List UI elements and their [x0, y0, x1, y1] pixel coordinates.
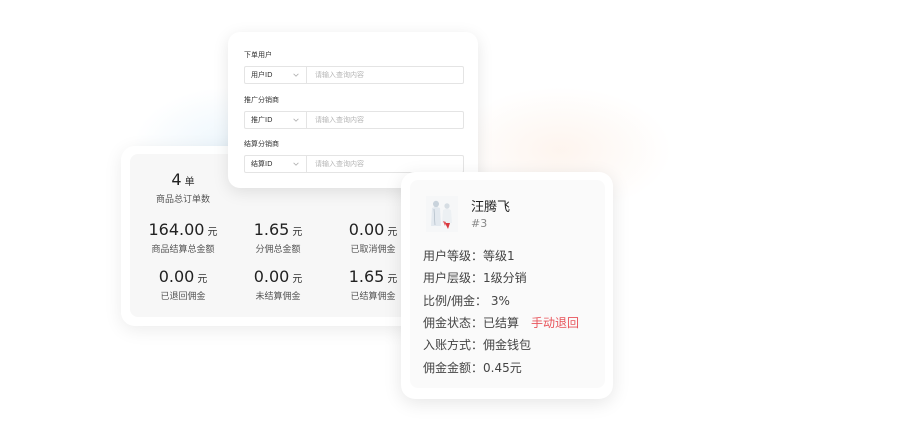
commission-ratio-row: 比例/佣金： 3% — [423, 294, 510, 308]
filter-type-select[interactable]: 用户ID — [245, 67, 307, 83]
select-value: 推广ID — [251, 116, 273, 124]
filter-row: 推广ID — [244, 111, 464, 129]
user-name: 汪腾飞 — [471, 200, 511, 215]
commission-amount-row: 佣金金额：0.45元 — [423, 361, 522, 375]
stat-settle-total: 164.00 元 商品结算总金额 — [135, 220, 231, 256]
stat-value: 164.00 — [148, 220, 205, 239]
user-tier-row: 用户层级：1级分销 — [423, 271, 527, 285]
search-input[interactable] — [307, 112, 463, 128]
user-level-row: 用户等级：等级1 — [423, 249, 515, 263]
stat-unit: 元 — [292, 274, 303, 285]
stat-total-orders: 4单 商品总订单数 — [135, 170, 231, 206]
avatar — [426, 196, 458, 232]
stat-unit: 元 — [387, 274, 398, 285]
account-method-row: 入账方式：佣金钱包 — [423, 338, 532, 352]
filter-label: 结算分销商 — [244, 140, 279, 148]
filter-label: 推广分销商 — [244, 96, 279, 104]
stat-caption: 已退回佣金 — [160, 292, 206, 302]
canvas: 4单 商品总订单数 164.00 元 商品结算总金额 1.65 元 分佣总金额 0.… — [0, 0, 917, 423]
stat-caption: 商品结算总金额 — [151, 245, 215, 255]
select-value: 结算ID — [251, 160, 273, 168]
filter-label: 下单用户 — [244, 51, 272, 59]
filter-promoter: 推广分销商 推广ID — [244, 95, 464, 129]
search-input[interactable] — [307, 67, 463, 83]
stat-value: 0.00 — [158, 267, 195, 286]
chevron-down-icon — [293, 73, 299, 77]
filter-type-select[interactable]: 推广ID — [245, 112, 307, 128]
commission-status-text: 佣金状态：已结算 — [423, 316, 520, 330]
stat-value: 1.65 — [253, 220, 290, 239]
filter-row: 用户ID — [244, 66, 464, 84]
search-filter-card: 下单用户 用户ID 推广分销商 推广ID 结算分销商 — [228, 32, 478, 188]
manual-refund-link[interactable]: 手动退回 — [531, 316, 579, 330]
chevron-down-icon — [293, 162, 299, 166]
user-commission-card: 汪腾飞 #3 用户等级：等级1 用户层级：1级分销 比例/佣金： 3% 佣金状态… — [401, 172, 613, 399]
commission-status-row: 佣金状态：已结算 手动退回 — [423, 315, 579, 331]
stat-caption: 分佣总金额 — [255, 245, 301, 255]
stat-commission-total: 1.65 元 分佣总金额 — [230, 220, 326, 256]
stat-value: 4 — [171, 170, 182, 189]
stat-value: 0.00 — [348, 220, 385, 239]
filter-row: 结算ID — [244, 155, 464, 173]
filter-type-select[interactable]: 结算ID — [245, 156, 307, 172]
select-value: 用户ID — [251, 71, 273, 79]
chevron-down-icon — [293, 118, 299, 122]
user-id: #3 — [471, 217, 488, 230]
filter-settler: 结算分销商 结算ID — [244, 139, 464, 173]
search-input[interactable] — [307, 156, 463, 172]
stat-caption: 商品总订单数 — [155, 195, 210, 205]
stat-unit: 元 — [207, 227, 218, 238]
stat-unit: 元 — [292, 227, 303, 238]
user-detail-panel: 汪腾飞 #3 用户等级：等级1 用户层级：1级分销 比例/佣金： 3% 佣金状态… — [410, 180, 605, 388]
stat-caption: 未结算佣金 — [255, 292, 301, 302]
stat-value: 1.65 — [348, 267, 385, 286]
stat-unit: 元 — [387, 227, 398, 238]
stat-refunded: 0.00 元 已退回佣金 — [135, 267, 231, 303]
stat-unsettled: 0.00 元 未结算佣金 — [230, 267, 326, 303]
stat-value: 0.00 — [253, 267, 290, 286]
filter-order-user: 下单用户 用户ID — [244, 50, 464, 84]
stat-unit: 单 — [184, 177, 195, 188]
stat-unit: 元 — [197, 274, 208, 285]
